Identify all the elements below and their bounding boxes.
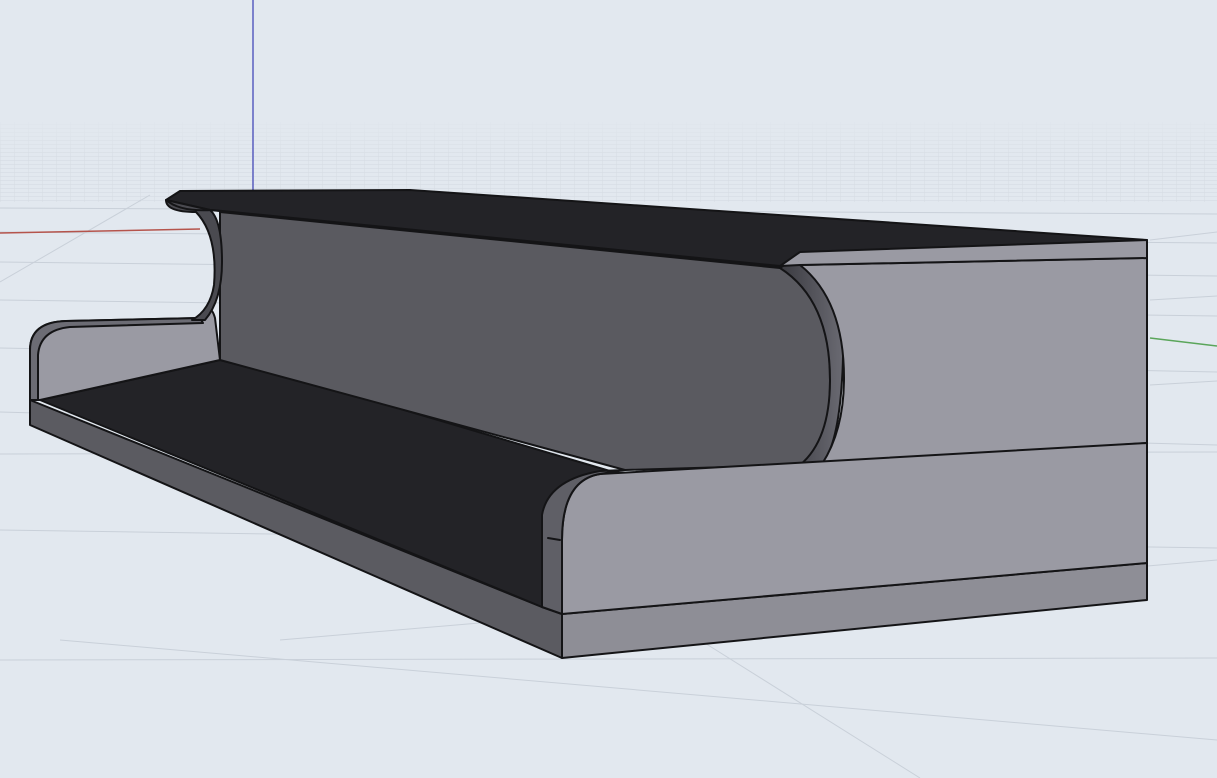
y-axis-line [1149,337,1217,347]
solid-model[interactable] [29,189,1148,659]
x-axis-line [0,228,201,234]
viewport-scene [0,0,1217,778]
upper-block-face [799,257,1148,465]
3d-viewport[interactable] [0,0,1217,778]
horizon-grid [0,118,1217,202]
